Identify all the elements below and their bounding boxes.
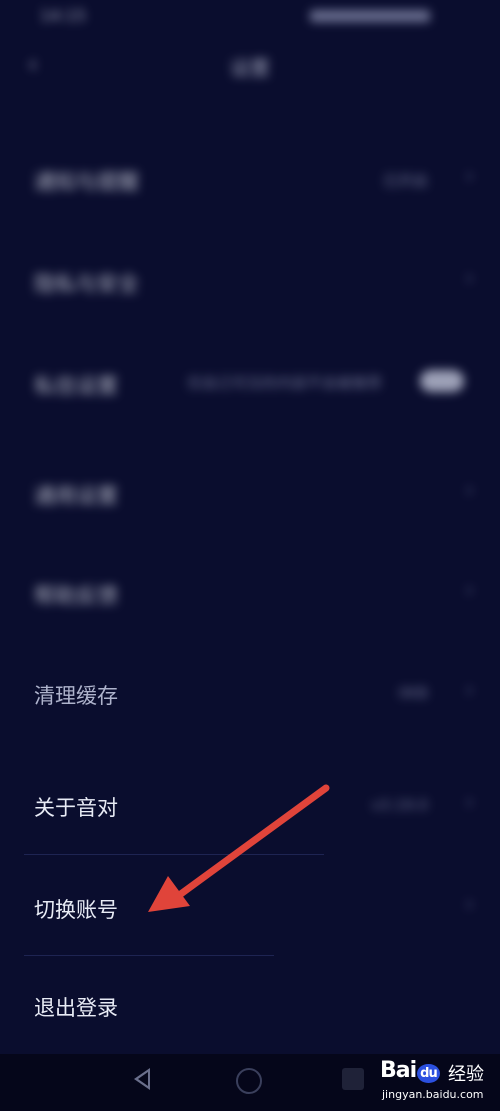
baidu-watermark: Bai du 经验 jingyan.baidu.com [380, 1056, 498, 1106]
nav-back-inner [138, 1072, 148, 1086]
watermark-text: 经验 [448, 1064, 484, 1085]
annotation-arrow-icon [148, 784, 330, 912]
watermark-url: jingyan.baidu.com [382, 1088, 484, 1101]
nav-recent-icon[interactable] [342, 1068, 364, 1090]
baidu-logo: Bai du [380, 1058, 441, 1083]
nav-home-icon[interactable] [236, 1068, 262, 1094]
